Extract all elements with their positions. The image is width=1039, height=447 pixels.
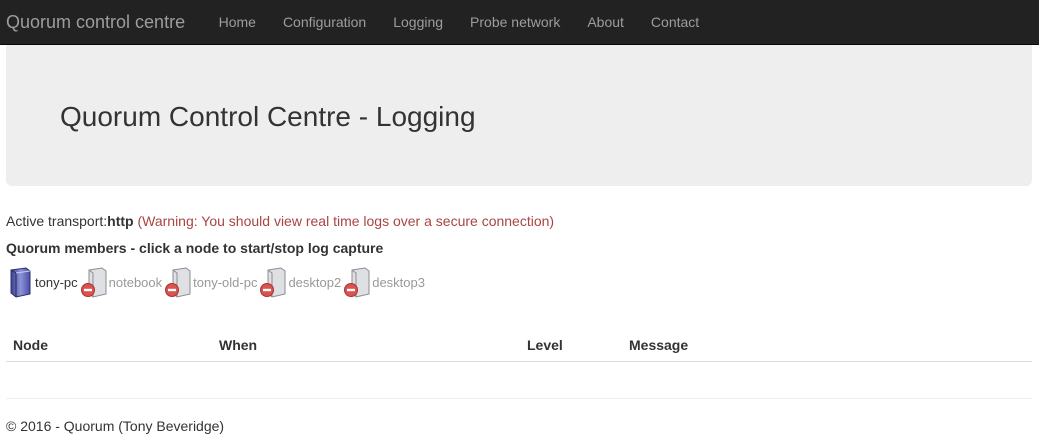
page-title: Quorum Control Centre - Logging bbox=[60, 101, 476, 132]
transport-warning: (Warning: You should view real time logs… bbox=[137, 213, 555, 229]
transport-status: Active transport:http (Warning: You shou… bbox=[6, 213, 554, 229]
footer-divider bbox=[6, 398, 1032, 399]
node-notebook[interactable]: notebook bbox=[80, 266, 165, 298]
transport-value: http bbox=[107, 213, 134, 229]
log-table: Node When Level Message bbox=[6, 332, 1032, 362]
nav-home[interactable]: Home bbox=[205, 14, 269, 30]
node-label: desktop3 bbox=[372, 274, 425, 290]
node-label: tony-old-pc bbox=[193, 274, 258, 290]
column-when: When bbox=[212, 332, 520, 362]
column-message: Message bbox=[622, 332, 1032, 362]
footer-text: © 2016 - Quorum (Tony Beveridge) bbox=[6, 418, 225, 434]
column-node: Node bbox=[6, 332, 212, 362]
nav-probe-network[interactable]: Probe network bbox=[457, 14, 574, 30]
members-title: Quorum members - click a node to start/s… bbox=[6, 240, 384, 256]
node-desktop3[interactable]: desktop3 bbox=[343, 266, 427, 298]
node-list: tony-pc notebook tony-old-pc desktop2 de… bbox=[6, 264, 427, 298]
node-tony-pc[interactable]: tony-pc bbox=[6, 266, 80, 298]
nav-contact[interactable]: Contact bbox=[637, 14, 712, 30]
main-nav: Home Configuration Logging Probe network… bbox=[205, 14, 713, 30]
nav-logging[interactable]: Logging bbox=[380, 14, 457, 30]
log-table-header: Node When Level Message bbox=[6, 332, 1032, 362]
node-label: desktop2 bbox=[288, 274, 342, 290]
computer-offline-icon bbox=[259, 266, 288, 298]
node-desktop2[interactable]: desktop2 bbox=[259, 266, 343, 298]
computer-icon bbox=[6, 266, 35, 298]
transport-label: Active transport: bbox=[6, 213, 108, 229]
jumbotron: Quorum Control Centre - Logging bbox=[6, 45, 1032, 186]
column-level: Level bbox=[520, 332, 622, 362]
computer-offline-icon bbox=[343, 266, 372, 298]
computer-offline-icon bbox=[164, 266, 193, 298]
computer-offline-icon bbox=[80, 266, 109, 298]
node-label: notebook bbox=[108, 274, 163, 290]
nav-configuration[interactable]: Configuration bbox=[269, 14, 379, 30]
brand-link[interactable]: Quorum control centre bbox=[0, 12, 191, 33]
top-navbar: Quorum control centre Home Configuration… bbox=[0, 0, 1039, 45]
nav-about[interactable]: About bbox=[574, 14, 638, 30]
node-tony-old-pc[interactable]: tony-old-pc bbox=[164, 266, 259, 298]
node-label: tony-pc bbox=[35, 274, 78, 290]
